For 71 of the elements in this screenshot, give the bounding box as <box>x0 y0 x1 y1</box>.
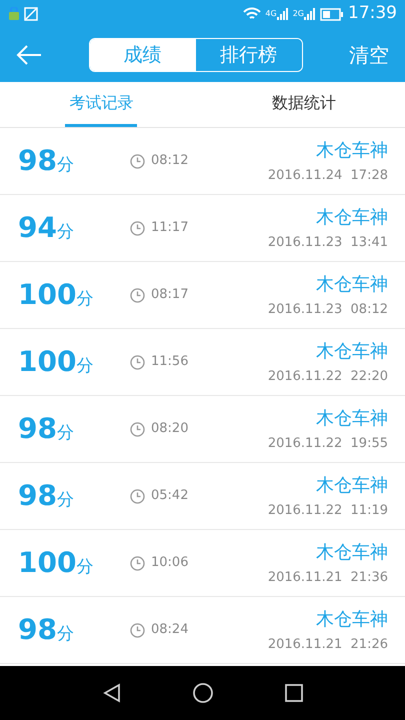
battery-icon <box>320 8 344 20</box>
exam-datetime: 2016.11.23 13:41 <box>268 234 388 252</box>
tab[interactable]: 考试记录 <box>65 82 138 127</box>
clear-button[interactable]: 清空 <box>349 40 389 70</box>
exam-datetime: 2016.11.22 22:20 <box>268 368 388 386</box>
signal-icon <box>304 8 316 20</box>
duration: 05:42 <box>151 487 188 506</box>
duration: 08:17 <box>151 286 188 304</box>
user-name: 木仓车神 <box>316 608 388 632</box>
user-name: 木仓车神 <box>316 540 388 565</box>
exam-datetime: 2016.11.22 11:19 <box>268 502 388 520</box>
record-row[interactable]: 100分 08:17 木仓车神 2016.11.23 08:12 <box>0 262 405 329</box>
clock-icon <box>130 154 145 168</box>
score: 94 <box>18 210 57 246</box>
clock-icon <box>130 622 145 638</box>
clock-icon <box>130 220 145 236</box>
clock-icon <box>130 556 145 570</box>
score-unit: 分 <box>56 489 74 512</box>
duration: 08:20 <box>151 420 188 438</box>
record-row[interactable]: 94分 11:17 木仓车神 2016.11.23 13:41 <box>0 195 405 262</box>
signal-icon <box>276 8 289 20</box>
user-name: 木仓车神 <box>316 272 388 297</box>
record-row[interactable]: 98分 08:12 木仓车神 2016.11.24 17:28 <box>0 128 405 195</box>
record-row[interactable]: 100分 11:56 木仓车神 2016.11.22 22:20 <box>0 329 405 396</box>
score: 98 <box>18 478 57 514</box>
record-row[interactable]: 100分 10:06 木仓车神 2016.11.21 21:36 <box>0 530 405 597</box>
wifi-icon <box>243 7 262 21</box>
home-nav-icon[interactable] <box>192 682 214 704</box>
segment-tab[interactable]: 成绩 <box>90 39 196 71</box>
user-name: 木仓车神 <box>316 138 388 163</box>
user-name: 木仓车神 <box>316 406 388 431</box>
duration: 08:24 <box>151 621 188 640</box>
exam-datetime: 2016.11.21 21:26 <box>268 636 388 654</box>
score: 100 <box>18 545 76 581</box>
score: 98 <box>18 143 57 179</box>
score-unit: 分 <box>56 154 74 177</box>
tab[interactable]: 数据统计 <box>268 82 340 127</box>
network-label: 2G <box>292 8 304 20</box>
score-unit: 分 <box>76 355 94 378</box>
exam-datetime: 2016.11.22 19:55 <box>268 434 388 453</box>
score-unit: 分 <box>56 623 74 646</box>
score-unit: 分 <box>56 221 74 244</box>
score-unit: 分 <box>76 288 94 311</box>
clock-icon <box>130 354 145 370</box>
score-unit: 分 <box>56 422 74 445</box>
score: 98 <box>18 612 57 648</box>
recents-nav-icon[interactable] <box>284 683 304 703</box>
exam-datetime: 2016.11.24 17:28 <box>268 166 388 185</box>
user-name: 木仓车神 <box>316 206 388 230</box>
clock-time: 17:39 <box>348 2 397 26</box>
duration: 11:56 <box>151 353 188 372</box>
clock-icon <box>130 488 145 504</box>
record-row[interactable]: 98分 08:24 木仓车神 2016.11.21 21:26 <box>0 597 405 664</box>
score: 100 <box>18 277 76 313</box>
back-icon[interactable] <box>16 45 42 65</box>
record-row[interactable]: 98分 05:42 木仓车神 2016.11.22 11:19 <box>0 463 405 530</box>
duration: 10:06 <box>151 554 188 572</box>
score: 98 <box>18 411 57 447</box>
clock-icon <box>130 422 145 436</box>
exam-datetime: 2016.11.23 08:12 <box>268 300 388 319</box>
score-unit: 分 <box>76 556 94 579</box>
network-label: 4G <box>265 8 277 20</box>
clock-icon <box>130 288 145 302</box>
user-name: 木仓车神 <box>316 474 388 498</box>
record-row[interactable]: 98分 08:20 木仓车神 2016.11.22 19:55 <box>0 396 405 463</box>
duration: 08:12 <box>151 152 188 170</box>
back-nav-icon[interactable] <box>102 683 122 703</box>
duration: 11:17 <box>151 219 188 238</box>
user-name: 木仓车神 <box>316 340 388 364</box>
exam-datetime: 2016.11.21 21:36 <box>268 568 388 587</box>
score: 100 <box>18 344 76 380</box>
